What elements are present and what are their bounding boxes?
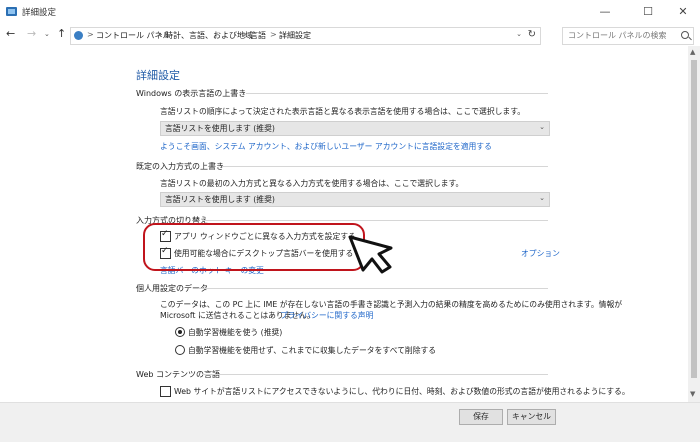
privacy-statement-link[interactable]: プライバシーに関する声明	[280, 310, 373, 321]
recent-locations-button[interactable]: ⌄	[44, 30, 50, 38]
web-content-language-checkbox[interactable]: Web サイトが言語リストにアクセスできないようにし、代わりに日付、時刻、および…	[160, 385, 630, 397]
breadcrumb-separator[interactable]: >	[241, 30, 248, 39]
control-panel-icon	[6, 7, 17, 16]
checkbox-box[interactable]	[160, 386, 171, 397]
highlight-annotation	[143, 223, 365, 271]
window-title: 詳細設定	[22, 8, 57, 18]
breadcrumb-language[interactable]: 言語	[250, 30, 266, 41]
disable-autolearning-radio[interactable]: 自動学習機能を使用せず、これまでに収集したデータをすべて削除する	[175, 344, 436, 356]
control-panel-window: 詳細設定 — ☐ ✕ ← → ⌄ ↑ > コントロール パネル > 時計、言語、…	[0, 0, 700, 442]
refresh-button[interactable]: ↻	[528, 29, 536, 40]
up-button[interactable]: ↑	[57, 27, 66, 40]
radio-button[interactable]	[175, 327, 185, 337]
title-bar: 詳細設定 — ☐ ✕	[0, 0, 700, 24]
section-heading-input-method: 既定の入力方式の上書き	[136, 162, 224, 171]
mouse-pointer-icon	[348, 235, 393, 274]
minimize-button[interactable]: —	[586, 0, 624, 24]
forward-button[interactable]: →	[27, 27, 36, 40]
save-button[interactable]: 保存	[459, 409, 503, 425]
input-method-selected-value: 言語リストを使用します (推奨)	[165, 195, 275, 204]
display-language-selected-value: 言語リストを使用します (推奨)	[165, 124, 275, 133]
input-method-select[interactable]: 言語リストを使用します (推奨) ⌄	[160, 192, 550, 207]
breadcrumb-separator[interactable]: >	[87, 30, 94, 39]
radio-button[interactable]	[175, 345, 185, 355]
breadcrumb-separator[interactable]: >	[156, 30, 163, 39]
options-link[interactable]: オプション	[521, 248, 560, 259]
back-button[interactable]: ←	[6, 27, 15, 40]
address-bar[interactable]: > コントロール パネル > 時計、言語、および地域 > 言語 > 詳細設定 ⌄…	[70, 27, 541, 45]
navigation-bar: ← → ⌄ ↑ > コントロール パネル > 時計、言語、および地域 > 言語 …	[0, 24, 700, 46]
dialog-footer: 保存 キャンセル	[0, 402, 700, 442]
vertical-scrollbar[interactable]: ▲ ▼	[688, 46, 700, 402]
scroll-down-icon[interactable]: ▼	[690, 390, 695, 398]
cancel-button[interactable]: キャンセル	[507, 409, 556, 425]
control-panel-icon	[74, 31, 83, 40]
search-placeholder: コントロール パネルの検索	[568, 31, 667, 40]
display-language-select[interactable]: 言語リストを使用します (推奨) ⌄	[160, 121, 550, 136]
breadcrumb-separator[interactable]: >	[270, 30, 277, 39]
breadcrumb-advanced-settings[interactable]: 詳細設定	[279, 30, 311, 41]
scrollbar-thumb[interactable]	[691, 60, 697, 378]
apply-language-settings-link[interactable]: ようこそ画面、システム アカウント、および新しいユーザー アカウントに言語設定を…	[160, 141, 492, 152]
section-divider	[202, 220, 548, 221]
web-content-language-label[interactable]: Web サイトが言語リストにアクセスできないようにし、代わりに日付、時刻、および…	[174, 386, 630, 397]
use-autolearning-radio[interactable]: 自動学習機能を使う (推奨)	[175, 326, 295, 338]
use-autolearning-label[interactable]: 自動学習機能を使う (推奨)	[188, 327, 282, 338]
chevron-down-icon: ⌄	[539, 123, 545, 131]
section-divider	[222, 166, 548, 167]
personalization-description-line1: このデータは、この PC 上に IME が存在しない言語の手書き認識と予測入力の…	[160, 300, 623, 309]
close-button[interactable]: ✕	[664, 0, 700, 24]
chevron-down-icon: ⌄	[539, 194, 545, 202]
input-method-description: 言語リストの最初の入力方式と異なる入力方式を使用する場合は、ここで選択します。	[160, 179, 464, 188]
search-input[interactable]: コントロール パネルの検索	[562, 27, 694, 45]
disable-autolearning-label[interactable]: 自動学習機能を使用せず、これまでに収集したデータをすべて削除する	[188, 345, 436, 356]
maximize-button[interactable]: ☐	[629, 0, 667, 24]
page-title: 詳細設定	[136, 69, 180, 82]
radio-selected-dot	[178, 330, 182, 334]
scroll-up-icon[interactable]: ▲	[690, 48, 695, 56]
search-icon[interactable]	[681, 31, 689, 39]
section-divider	[246, 93, 548, 94]
section-heading-display-language: Windows の表示言語の上書き	[136, 89, 247, 98]
section-divider	[202, 374, 548, 375]
section-divider	[198, 288, 548, 289]
display-language-description: 言語リストの順序によって決定された表示言語と異なる表示言語を使用する場合は、ここ…	[160, 107, 526, 116]
breadcrumb-clock-language-region[interactable]: 時計、言語、および地域	[165, 30, 253, 41]
address-dropdown-icon[interactable]: ⌄	[516, 30, 522, 38]
